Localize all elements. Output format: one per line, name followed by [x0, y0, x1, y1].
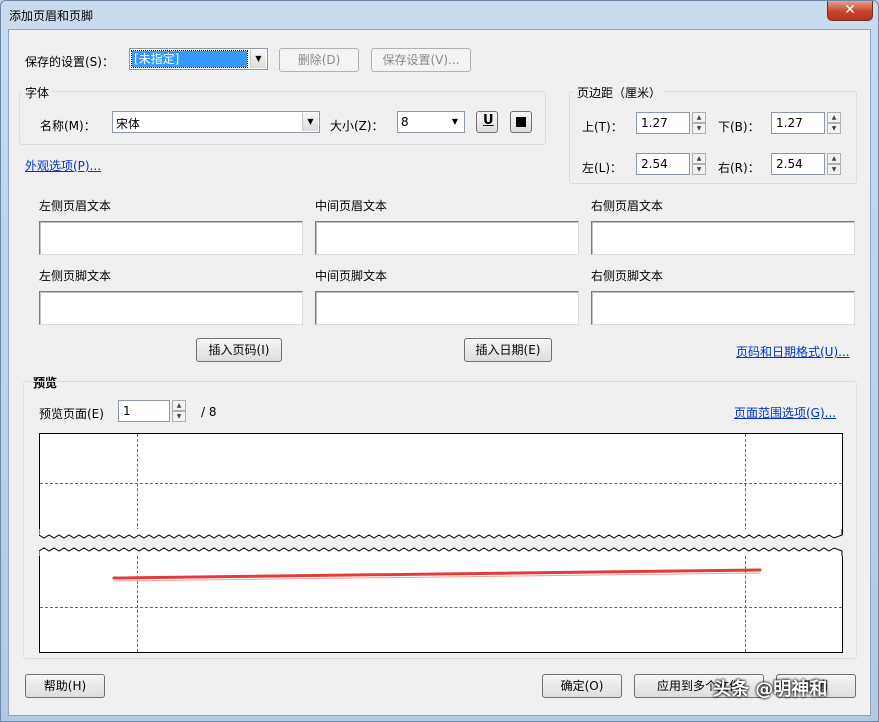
preview-page-spinner[interactable]: ▲ ▼ — [172, 400, 186, 422]
font-name-label: 名称(M)： — [40, 119, 96, 133]
ok-button[interactable]: 确定(O) — [542, 674, 622, 698]
center-footer-label: 中间页脚文本 — [315, 269, 388, 283]
center-header-input[interactable] — [315, 221, 579, 255]
insert-date-button[interactable]: 插入日期(E) — [464, 338, 552, 362]
right-header-input[interactable] — [591, 221, 855, 255]
font-group-title: 字体 — [22, 84, 53, 101]
watermark-text: 头条 @明神和 — [713, 679, 828, 700]
underline-button[interactable]: U — [476, 111, 498, 133]
font-color-button[interactable] — [510, 111, 532, 133]
margin-right-label: 右(R)： — [718, 161, 760, 175]
center-footer-input[interactable] — [315, 291, 579, 325]
margin-right-input[interactable]: 2.54 — [771, 153, 825, 175]
right-footer-input[interactable] — [591, 291, 855, 325]
close-icon: ✕ — [844, 2, 856, 18]
save-settings-button[interactable]: 保存设置(V)... — [371, 48, 471, 72]
left-margin-guide — [137, 434, 138, 536]
delete-button[interactable]: 删除(D) — [279, 48, 359, 72]
margin-top-spinner[interactable]: ▲ ▼ — [692, 112, 706, 134]
margin-top-value: 1.27 — [641, 116, 668, 130]
close-button[interactable]: ✕ — [827, 1, 873, 21]
dialog-window: 添加页眉和页脚 ✕ 保存的设置(S)： [未指定] ▼ 删除(D) 保存设置(V… — [0, 0, 879, 722]
spin-down-icon[interactable]: ▼ — [692, 164, 706, 175]
insert-page-number-button[interactable]: 插入页码(I) — [196, 338, 282, 362]
left-header-input[interactable] — [39, 221, 303, 255]
footer-margin-guide — [40, 607, 842, 608]
dialog-title: 添加页眉和页脚 — [9, 9, 94, 23]
font-size-label: 大小(Z)： — [330, 119, 384, 133]
font-name-select[interactable]: 宋体 ▼ — [112, 111, 320, 133]
page-break-edge-top — [39, 529, 843, 539]
margin-left-label: 左(L)： — [582, 161, 623, 175]
margins-group-title: 页边距（厘米） — [574, 84, 665, 101]
saved-settings-select[interactable]: [未指定] ▼ — [129, 48, 268, 70]
right-footer-label: 右侧页脚文本 — [591, 269, 664, 283]
spin-up-icon[interactable]: ▲ — [692, 153, 706, 164]
header-margin-guide — [40, 483, 842, 484]
spin-down-icon[interactable]: ▼ — [827, 123, 841, 134]
right-header-label: 右侧页眉文本 — [591, 199, 664, 213]
spin-down-icon[interactable]: ▼ — [692, 123, 706, 134]
margin-bottom-label: 下(B)： — [718, 120, 760, 134]
title-bar[interactable]: 添加页眉和页脚 ✕ — [1, 1, 878, 27]
chevron-down-icon: ▼ — [302, 113, 318, 131]
spin-up-icon[interactable]: ▲ — [172, 400, 186, 411]
preview-page-label: 预览页面(E) — [39, 407, 104, 421]
left-footer-input[interactable] — [39, 291, 303, 325]
page-range-options-link[interactable]: 页面范围选项(G)... — [734, 404, 836, 421]
left-header-label: 左侧页眉文本 — [39, 199, 112, 213]
spin-up-icon[interactable]: ▲ — [827, 112, 841, 123]
right-margin-guide — [745, 434, 746, 536]
spin-down-icon[interactable]: ▼ — [827, 164, 841, 175]
margin-bottom-input[interactable]: 1.27 — [771, 112, 825, 134]
spin-up-icon[interactable]: ▲ — [827, 153, 841, 164]
font-size-value: 8 — [401, 115, 409, 129]
preview-page-total: / 8 — [201, 405, 217, 419]
page-date-format-link[interactable]: 页码和日期格式(U)... — [736, 343, 850, 360]
font-size-select[interactable]: 8 ▼ — [397, 111, 465, 133]
center-header-label: 中间页眉文本 — [315, 199, 388, 213]
margin-bottom-spinner[interactable]: ▲ ▼ — [827, 112, 841, 134]
preview-footer-area — [39, 556, 843, 653]
margin-right-spinner[interactable]: ▲ ▼ — [827, 153, 841, 175]
spin-down-icon[interactable]: ▼ — [172, 411, 186, 422]
spin-up-icon[interactable]: ▲ — [692, 112, 706, 123]
help-button[interactable]: 帮助(H) — [25, 674, 105, 698]
font-group: 字体 名称(M)： 宋体 ▼ 大小(Z)： 8 ▼ U — [19, 84, 546, 145]
underline-icon: U — [483, 113, 494, 128]
preview-page-value: 1 — [123, 404, 131, 418]
margin-right-value: 2.54 — [776, 157, 803, 171]
chevron-down-icon: ▼ — [451, 117, 459, 126]
preview-header-area — [39, 433, 843, 536]
saved-settings-label: 保存的设置(S)： — [25, 55, 114, 69]
margins-group: 页边距（厘米） 上(T)： 1.27 ▲ ▼ 下(B)： 1.27 ▲ ▼ 左(L)… — [569, 84, 857, 184]
margin-top-input[interactable]: 1.27 — [636, 112, 690, 134]
color-swatch-icon — [516, 117, 526, 127]
margin-top-label: 上(T)： — [582, 120, 623, 134]
margin-left-input[interactable]: 2.54 — [636, 153, 690, 175]
saved-settings-value: [未指定] — [131, 50, 248, 68]
dialog-body: 保存的设置(S)： [未指定] ▼ 删除(D) 保存设置(V)... 字体 名称… — [8, 29, 871, 716]
margin-left-spinner[interactable]: ▲ ▼ — [692, 153, 706, 175]
font-name-value: 宋体 — [116, 117, 141, 131]
margin-bottom-value: 1.27 — [776, 116, 803, 130]
left-footer-label: 左侧页脚文本 — [39, 269, 112, 283]
chevron-down-icon: ▼ — [250, 50, 266, 68]
preview-page-input[interactable]: 1 — [118, 400, 170, 422]
appearance-options-link[interactable]: 外观选项(P)... — [25, 157, 101, 174]
margin-left-value: 2.54 — [641, 157, 668, 171]
red-line-mark — [112, 568, 762, 582]
